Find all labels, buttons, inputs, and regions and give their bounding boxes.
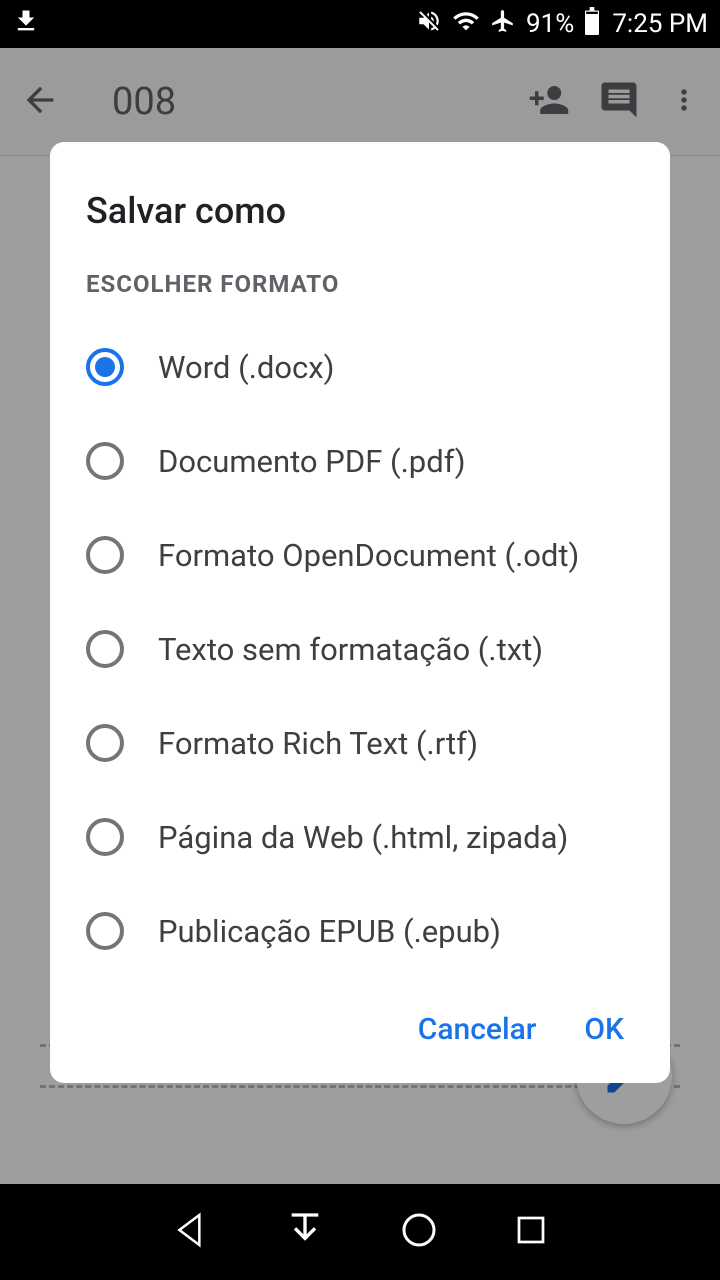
format-option[interactable]: Texto sem formatação (.txt)	[50, 602, 670, 696]
ok-button[interactable]: OK	[584, 1012, 624, 1047]
format-option-label: Texto sem formatação (.txt)	[158, 631, 543, 668]
clock-time: 7:25 PM	[612, 9, 708, 39]
format-option[interactable]: Word (.docx)	[50, 320, 670, 414]
nav-download-icon[interactable]	[285, 1210, 325, 1254]
radio-icon	[86, 630, 124, 668]
radio-icon	[86, 348, 124, 386]
format-option-label: Formato OpenDocument (.odt)	[158, 537, 579, 574]
dialog-title: Salvar como	[50, 178, 670, 270]
battery-icon	[584, 7, 600, 42]
radio-icon	[86, 818, 124, 856]
format-option[interactable]: Formato OpenDocument (.odt)	[50, 508, 670, 602]
format-option[interactable]: Publicação EPUB (.epub)	[50, 884, 670, 978]
battery-percent: 91%	[526, 9, 574, 39]
format-option-label: Documento PDF (.pdf)	[158, 443, 466, 480]
format-option[interactable]: Página da Web (.html, zipada)	[50, 790, 670, 884]
format-option-label: Formato Rich Text (.rtf)	[158, 725, 478, 762]
format-option-label: Página da Web (.html, zipada)	[158, 819, 568, 856]
cancel-button[interactable]: Cancelar	[418, 1012, 537, 1047]
status-bar: 91% 7:25 PM	[0, 0, 720, 48]
format-option[interactable]: Formato Rich Text (.rtf)	[50, 696, 670, 790]
radio-icon	[86, 724, 124, 762]
dialog-subheader: ESCOLHER FORMATO	[50, 270, 670, 320]
wifi-icon	[452, 7, 480, 42]
radio-icon	[86, 442, 124, 480]
dialog-actions: Cancelar OK	[50, 978, 670, 1065]
format-option-label: Word (.docx)	[158, 349, 334, 386]
airplane-icon	[490, 8, 516, 41]
nav-home-icon[interactable]	[399, 1210, 439, 1254]
download-icon	[12, 7, 40, 42]
nav-back-icon[interactable]	[171, 1210, 211, 1254]
mute-icon	[416, 8, 442, 41]
navigation-bar	[0, 1184, 720, 1280]
nav-recent-icon[interactable]	[513, 1212, 549, 1252]
radio-icon	[86, 536, 124, 574]
format-option[interactable]: Documento PDF (.pdf)	[50, 414, 670, 508]
save-as-dialog: Salvar como ESCOLHER FORMATO Word (.docx…	[50, 142, 670, 1083]
format-option-label: Publicação EPUB (.epub)	[158, 913, 501, 950]
radio-icon	[86, 912, 124, 950]
